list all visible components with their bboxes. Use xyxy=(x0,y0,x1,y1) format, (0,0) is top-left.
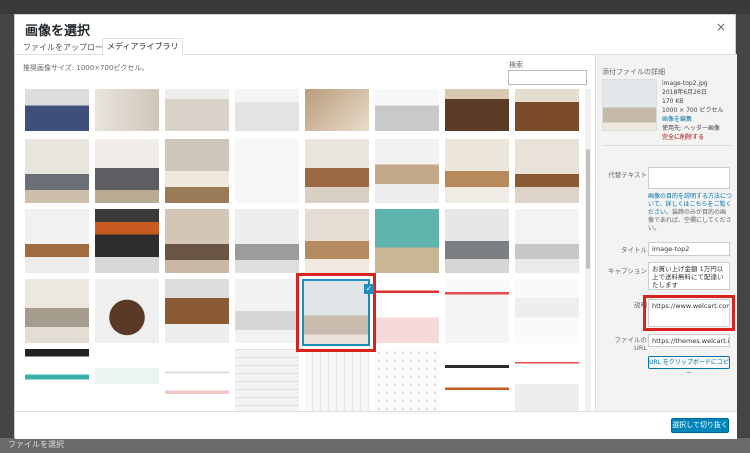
close-icon[interactable]: × xyxy=(713,19,729,35)
media-thumb[interactable] xyxy=(375,139,439,203)
select-and-crop-button[interactable]: 選択して切り抜く xyxy=(671,418,729,433)
media-thumb[interactable] xyxy=(375,349,439,411)
media-thumb[interactable] xyxy=(515,89,579,131)
copy-url-button[interactable]: URL をクリップボードにコピー xyxy=(648,356,730,377)
media-thumb[interactable] xyxy=(445,349,509,411)
media-thumb[interactable] xyxy=(165,349,229,411)
media-thumb[interactable] xyxy=(305,349,369,411)
admin-top-bar xyxy=(0,0,750,14)
file-url-field[interactable]: https://themes.welcart.info... xyxy=(648,334,730,347)
used-in: 使用先: ヘッダー画像 xyxy=(662,125,720,132)
media-thumb[interactable] xyxy=(515,209,579,273)
sidebar-divider xyxy=(602,145,732,146)
media-thumb[interactable] xyxy=(445,89,509,131)
checkmark-icon[interactable]: ✓ xyxy=(364,284,374,294)
attachment-details-sidebar: 添付ファイルの詳細 image-top2.jpg 2018年6月26日 170 … xyxy=(595,55,737,411)
caption-label: キャプション xyxy=(608,267,647,275)
grid-scrollbar[interactable] xyxy=(585,89,591,411)
dimensions: 1000 × 700 ピクセル xyxy=(662,107,724,114)
media-modal: 画像を選択 × ファイルをアップロード メディアライブラリ 推奨画像サイズ: 1… xyxy=(14,14,737,439)
admin-bottom-bar xyxy=(0,438,750,453)
media-thumb[interactable] xyxy=(95,139,159,203)
media-thumb[interactable] xyxy=(375,279,439,343)
media-thumb[interactable] xyxy=(515,349,579,411)
media-thumb[interactable] xyxy=(305,89,369,131)
alt-text-help: 画像の目的を説明する方法について、詳しくはこちらをご覧ください。装飾のみが目的の… xyxy=(648,193,732,233)
modal-footer-toolbar: 選択して切り抜く xyxy=(15,411,737,439)
attachment-meta: image-top2.jpg 2018年6月26日 170 KB 1000 × … xyxy=(662,79,723,142)
media-thumb[interactable] xyxy=(235,89,299,131)
tab-upload-files[interactable]: ファイルをアップロード xyxy=(19,40,115,55)
edit-image-link[interactable]: 画像を編集 xyxy=(662,115,723,124)
selected-media-thumb[interactable]: ✓ xyxy=(302,279,374,346)
alt-text-label: 代替テキスト xyxy=(608,171,647,179)
search-label: 検索 xyxy=(509,61,523,69)
tab-media-library[interactable]: メディアライブラリ xyxy=(102,38,184,56)
search-input[interactable] xyxy=(508,70,587,85)
attachment-preview xyxy=(602,79,657,131)
caption-field[interactable]: お買い上げ金額 1万円以上で送料無料にて配達いたします xyxy=(648,262,730,290)
media-thumb[interactable] xyxy=(235,279,299,343)
media-thumb[interactable] xyxy=(515,279,579,343)
media-thumb[interactable] xyxy=(165,139,229,203)
media-thumb[interactable] xyxy=(515,139,579,203)
media-thumb[interactable] xyxy=(25,209,89,273)
media-thumb[interactable] xyxy=(95,89,159,131)
media-thumb[interactable] xyxy=(25,89,89,131)
file-name: image-top2.jpg xyxy=(662,80,708,87)
media-thumb[interactable] xyxy=(235,209,299,273)
delete-permanently-link[interactable]: 完全に削除する xyxy=(662,133,723,142)
attachment-details-title: 添付ファイルの詳細 xyxy=(602,68,665,76)
media-thumb[interactable] xyxy=(235,139,299,203)
media-thumb[interactable] xyxy=(165,279,229,343)
media-grid xyxy=(23,89,589,411)
admin-bottom-text: ファイルを選択 xyxy=(8,440,64,449)
title-label: タイトル xyxy=(621,246,647,254)
media-thumb[interactable] xyxy=(235,349,299,411)
file-url-label: ファイルのURL xyxy=(614,336,648,352)
modal-tabs: ファイルをアップロード メディアライブラリ xyxy=(15,37,737,56)
upload-date: 2018年6月26日 xyxy=(662,89,707,96)
media-thumb[interactable] xyxy=(375,209,439,273)
description-label: 説明 xyxy=(634,301,647,309)
alt-text-field[interactable] xyxy=(648,167,730,189)
media-thumb[interactable] xyxy=(305,139,369,203)
media-thumb[interactable] xyxy=(25,349,89,411)
title-field[interactable]: image-top2 xyxy=(648,242,730,256)
selected-media-highlight: ✓ xyxy=(296,273,376,352)
media-thumb[interactable] xyxy=(165,209,229,273)
media-thumb[interactable] xyxy=(375,89,439,131)
media-thumb[interactable] xyxy=(95,349,159,411)
media-thumb[interactable] xyxy=(445,209,509,273)
media-thumb[interactable] xyxy=(165,89,229,131)
media-thumb[interactable] xyxy=(25,279,89,343)
media-thumb[interactable] xyxy=(305,209,369,273)
description-highlight xyxy=(643,295,735,331)
media-thumb[interactable] xyxy=(445,279,509,343)
media-thumb[interactable] xyxy=(95,209,159,273)
file-size: 170 KB xyxy=(662,98,684,105)
grid-scroll-thumb[interactable] xyxy=(586,149,590,269)
media-thumb[interactable] xyxy=(95,279,159,343)
recommended-size-note: 推奨画像サイズ: 1000×700ピクセル。 xyxy=(23,64,149,72)
media-thumb[interactable] xyxy=(445,139,509,203)
media-thumb[interactable] xyxy=(25,139,89,203)
